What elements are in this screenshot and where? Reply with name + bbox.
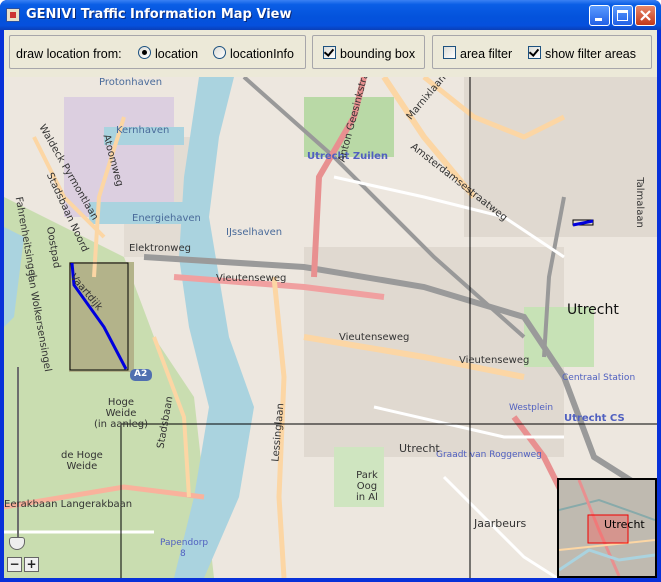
map-label-b-badge: 8 [180, 549, 186, 559]
map-label-kernhaven: Kernhaven [116, 125, 170, 136]
minimize-button[interactable] [589, 5, 610, 26]
app-window: GENIVI Traffic Information Map View draw… [0, 0, 661, 582]
map-label-ijsselhaven: IJsselhaven [226, 227, 283, 238]
bounding-box-label[interactable]: bounding box [340, 47, 415, 61]
map-view[interactable]: Protonhaven Kernhaven Energiehaven Atoom… [4, 77, 657, 578]
maximize-button[interactable] [612, 5, 633, 26]
window-title: GENIVI Traffic Information Map View [26, 7, 292, 22]
map-label-westplein: Westplein [509, 403, 554, 413]
area-filter-checkbox[interactable] [443, 46, 456, 59]
draw-location-group: draw location from: location locationInf… [9, 35, 306, 69]
filter-group: area filter show filter areas [432, 35, 652, 69]
map-label-langerakbaan: Eerakbaan Langerakbaan [4, 499, 133, 510]
bounding-box-group: bounding box [312, 35, 425, 69]
area-filter-label[interactable]: area filter [460, 47, 512, 61]
map-label-papendorp: Papendorp [160, 538, 209, 548]
client-area: draw location from: location locationInf… [4, 30, 657, 578]
map-label-energiehaven: Energiehaven [132, 213, 201, 224]
locationinfo-radio-label[interactable]: locationInfo [230, 47, 294, 61]
zoom-in-button[interactable]: + [24, 557, 39, 572]
draw-location-label: draw location from: [16, 47, 122, 61]
map-label-utrecht-mid: Utrecht [399, 442, 440, 455]
map-label-jaarbeurs: Jaarbeurs [474, 517, 527, 530]
map-label-graadt: Graadt van Roggenweg [436, 450, 542, 460]
overview-map[interactable]: Utrecht [557, 478, 657, 578]
close-button[interactable] [635, 5, 656, 26]
map-label-centraal-station: Centraal Station [562, 373, 636, 383]
map-label-de-hoge-weide: de Hoge Weide [61, 450, 103, 472]
map-label-elektronweg: Elektronweg [129, 243, 191, 254]
maximize-icon [617, 10, 628, 21]
map-label-park-oog-in-al: Park Oog in Al [356, 470, 378, 503]
map-label-vieutenseweg-1: Vieutenseweg [216, 273, 287, 284]
show-filter-areas-label[interactable]: show filter areas [545, 47, 636, 61]
map-label-a2: A2 [134, 369, 148, 379]
locationinfo-radio[interactable] [213, 46, 226, 59]
map-label-protonhaven: Protonhaven [99, 77, 163, 88]
show-filter-areas-checkbox[interactable] [528, 46, 541, 59]
map-label-vieutenseweg-2: Vieutenseweg [339, 332, 410, 343]
zoom-out-button[interactable]: − [7, 557, 22, 572]
location-radio-label[interactable]: location [155, 47, 198, 61]
bounding-box-checkbox[interactable] [323, 46, 336, 59]
map-label-utrecht-cs: Utrecht CS [564, 413, 625, 424]
title-bar[interactable]: GENIVI Traffic Information Map View [0, 0, 661, 30]
overview-label: Utrecht [604, 518, 645, 531]
close-icon [640, 10, 651, 21]
map-label-vieutenseweg-3: Vieutenseweg [459, 355, 530, 366]
location-radio[interactable] [138, 46, 151, 59]
toolbar: draw location from: location locationInf… [4, 30, 657, 77]
map-label-hoge-weide-aanleg: Hoge Weide (in aanleg) [94, 397, 148, 430]
app-icon [6, 8, 20, 22]
minimize-icon [595, 18, 602, 21]
map-label-talmalaan: Talmalaan [633, 177, 645, 228]
map-label-utrecht-big: Utrecht [567, 302, 619, 318]
